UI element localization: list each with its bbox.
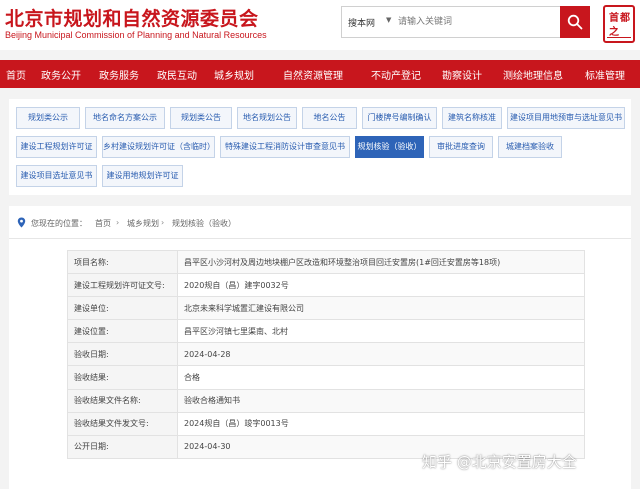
nav-item-interaction[interactable]: 政民互动 bbox=[157, 67, 197, 82]
field-label: 验收结果文件名称: bbox=[67, 388, 178, 413]
search-icon bbox=[567, 14, 583, 30]
field-label: 建设工程规划许可证文号: bbox=[67, 273, 178, 298]
search-button[interactable] bbox=[560, 6, 590, 38]
site-header: 北京市规划和自然资源委员会 Beijing Municipal Commissi… bbox=[0, 0, 640, 50]
table-row: 建设位置: 昌平区沙河镇七里渠南、北村 bbox=[67, 319, 585, 344]
seal-char: 之 bbox=[609, 27, 619, 38]
table-row: 验收日期: 2024-04-28 bbox=[67, 342, 585, 367]
nav-item-geo-info[interactable]: 测绘地理信息 bbox=[503, 67, 563, 82]
capital-seal-logo: 首 都 之 bbox=[603, 5, 635, 43]
breadcrumb-prefix: 您现在的位置： bbox=[31, 219, 87, 228]
tag-rural-permit[interactable]: 乡村建设规划许可证（含临时） bbox=[102, 136, 215, 158]
nav-item-real-estate[interactable]: 不动产登记 bbox=[371, 67, 421, 82]
chevron-down-icon[interactable]: ▼ bbox=[386, 16, 391, 24]
field-label: 验收结果文件发文号: bbox=[67, 411, 178, 436]
search-input[interactable] bbox=[398, 13, 558, 31]
main-nav: 首页 政务公开 政务服务 政民互动 城乡规划 自然资源管理 不动产登记 勘察设计… bbox=[0, 60, 640, 88]
tag-progress-query[interactable]: 审批进度查询 bbox=[429, 136, 493, 158]
field-label: 建设位置: bbox=[67, 319, 178, 344]
tag-house-number[interactable]: 门楼牌号编制确认 bbox=[362, 107, 437, 129]
tag-planning-announcement[interactable]: 规划类公告 bbox=[170, 107, 232, 129]
field-value: 2024规自（昌）竣字0013号 bbox=[177, 411, 585, 436]
divider bbox=[9, 238, 631, 239]
seal-char: 首 bbox=[609, 13, 619, 24]
location-pin-icon bbox=[17, 217, 26, 228]
nav-item-gov-open[interactable]: 政务公开 bbox=[41, 67, 81, 82]
field-label: 项目名称: bbox=[67, 249, 178, 275]
tag-place-name-announcement[interactable]: 地名公告 bbox=[302, 107, 357, 129]
category-tag-panel: 规划类公示 地名命名方案公示 规划类公告 地名规划公告 地名公告 门楼牌号编制确… bbox=[9, 99, 631, 195]
nav-item-home[interactable]: 首页 bbox=[6, 67, 26, 82]
tag-land-use-permit[interactable]: 建设用地规划许可证 bbox=[102, 165, 183, 187]
field-value: 北京未来科学城置汇建设有限公司 bbox=[177, 296, 585, 321]
seal-underline bbox=[607, 37, 631, 38]
search-box: 搜本网 ▼ bbox=[341, 6, 586, 38]
tag-building-name[interactable]: 建筑名称核准 bbox=[442, 107, 502, 129]
nav-item-urban-planning[interactable]: 城乡规划 bbox=[214, 67, 254, 82]
nav-item-natural-resources[interactable]: 自然资源管理 bbox=[283, 67, 343, 82]
nav-item-survey-design[interactable]: 勘察设计 bbox=[442, 67, 482, 82]
tag-site-selection[interactable]: 建设项目选址意见书 bbox=[16, 165, 97, 187]
field-label: 公开日期: bbox=[67, 434, 178, 459]
breadcrumb-current: 规划核验（验收） bbox=[172, 219, 236, 228]
field-value: 2024-04-28 bbox=[177, 342, 585, 367]
seal-char: 都 bbox=[620, 13, 630, 24]
breadcrumb-home[interactable]: 首页 bbox=[95, 218, 111, 229]
zhihu-watermark: 知乎 @北京安置房大全 bbox=[422, 453, 577, 471]
table-row: 验收结果: 合格 bbox=[67, 365, 585, 390]
breadcrumb-separator: › bbox=[116, 218, 120, 227]
field-value: 验收合格通知书 bbox=[177, 388, 585, 413]
tag-land-preaudit[interactable]: 建设项目用地预审与选址意见书 bbox=[507, 107, 625, 129]
field-label: 验收日期: bbox=[67, 342, 178, 367]
table-row: 建设工程规划许可证文号: 2020规自（昌）建字0032号 bbox=[67, 273, 585, 298]
breadcrumb-urban-planning[interactable]: 城乡规划 bbox=[127, 218, 159, 229]
table-row: 项目名称: 昌平区小沙河村及周边地块棚户区改造和环境整治项目回迁安置房(1#回迁… bbox=[67, 249, 585, 275]
tag-planning-notice[interactable]: 规划类公示 bbox=[16, 107, 80, 129]
content-panel: 您现在的位置： 首页 › 城乡规划 › 规划核验（验收） 项目名称: 昌平区小沙… bbox=[9, 206, 631, 489]
tag-construction-permit[interactable]: 建设工程规划许可证 bbox=[16, 136, 97, 158]
tag-planning-acceptance[interactable]: 规划核验（验收） bbox=[355, 136, 424, 158]
tag-fire-design-review[interactable]: 特殊建设工程消防设计审查意见书 bbox=[220, 136, 350, 158]
table-row: 验收结果文件名称: 验收合格通知书 bbox=[67, 388, 585, 413]
nav-item-standards[interactable]: 标准管理 bbox=[585, 67, 625, 82]
field-label: 建设单位: bbox=[67, 296, 178, 321]
record-detail-table: 项目名称: 昌平区小沙河村及周边地块棚户区改造和环境整治项目回迁安置房(1#回迁… bbox=[67, 249, 585, 459]
field-label: 验收结果: bbox=[67, 365, 178, 390]
tag-place-plan-announcement[interactable]: 地名规划公告 bbox=[237, 107, 297, 129]
site-title[interactable]: 北京市规划和自然资源委员会 bbox=[5, 4, 259, 31]
field-value: 合格 bbox=[177, 365, 585, 390]
field-value: 昌平区沙河镇七里渠南、北村 bbox=[177, 319, 585, 344]
breadcrumb-separator: › bbox=[161, 218, 165, 227]
site-title-english: Beijing Municipal Commission of Planning… bbox=[5, 30, 267, 40]
nav-item-gov-service[interactable]: 政务服务 bbox=[99, 67, 139, 82]
tag-archive-acceptance[interactable]: 城建档案验收 bbox=[498, 136, 562, 158]
field-value: 2020规自（昌）建字0032号 bbox=[177, 273, 585, 298]
table-row: 建设单位: 北京未来科学城置汇建设有限公司 bbox=[67, 296, 585, 321]
tag-place-naming-notice[interactable]: 地名命名方案公示 bbox=[85, 107, 165, 129]
search-scope-select[interactable]: 搜本网 bbox=[348, 16, 375, 29]
table-row: 验收结果文件发文号: 2024规自（昌）竣字0013号 bbox=[67, 411, 585, 436]
field-value: 昌平区小沙河村及周边地块棚户区改造和环境整治项目回迁安置房(1#回迁安置房等18… bbox=[177, 249, 585, 275]
